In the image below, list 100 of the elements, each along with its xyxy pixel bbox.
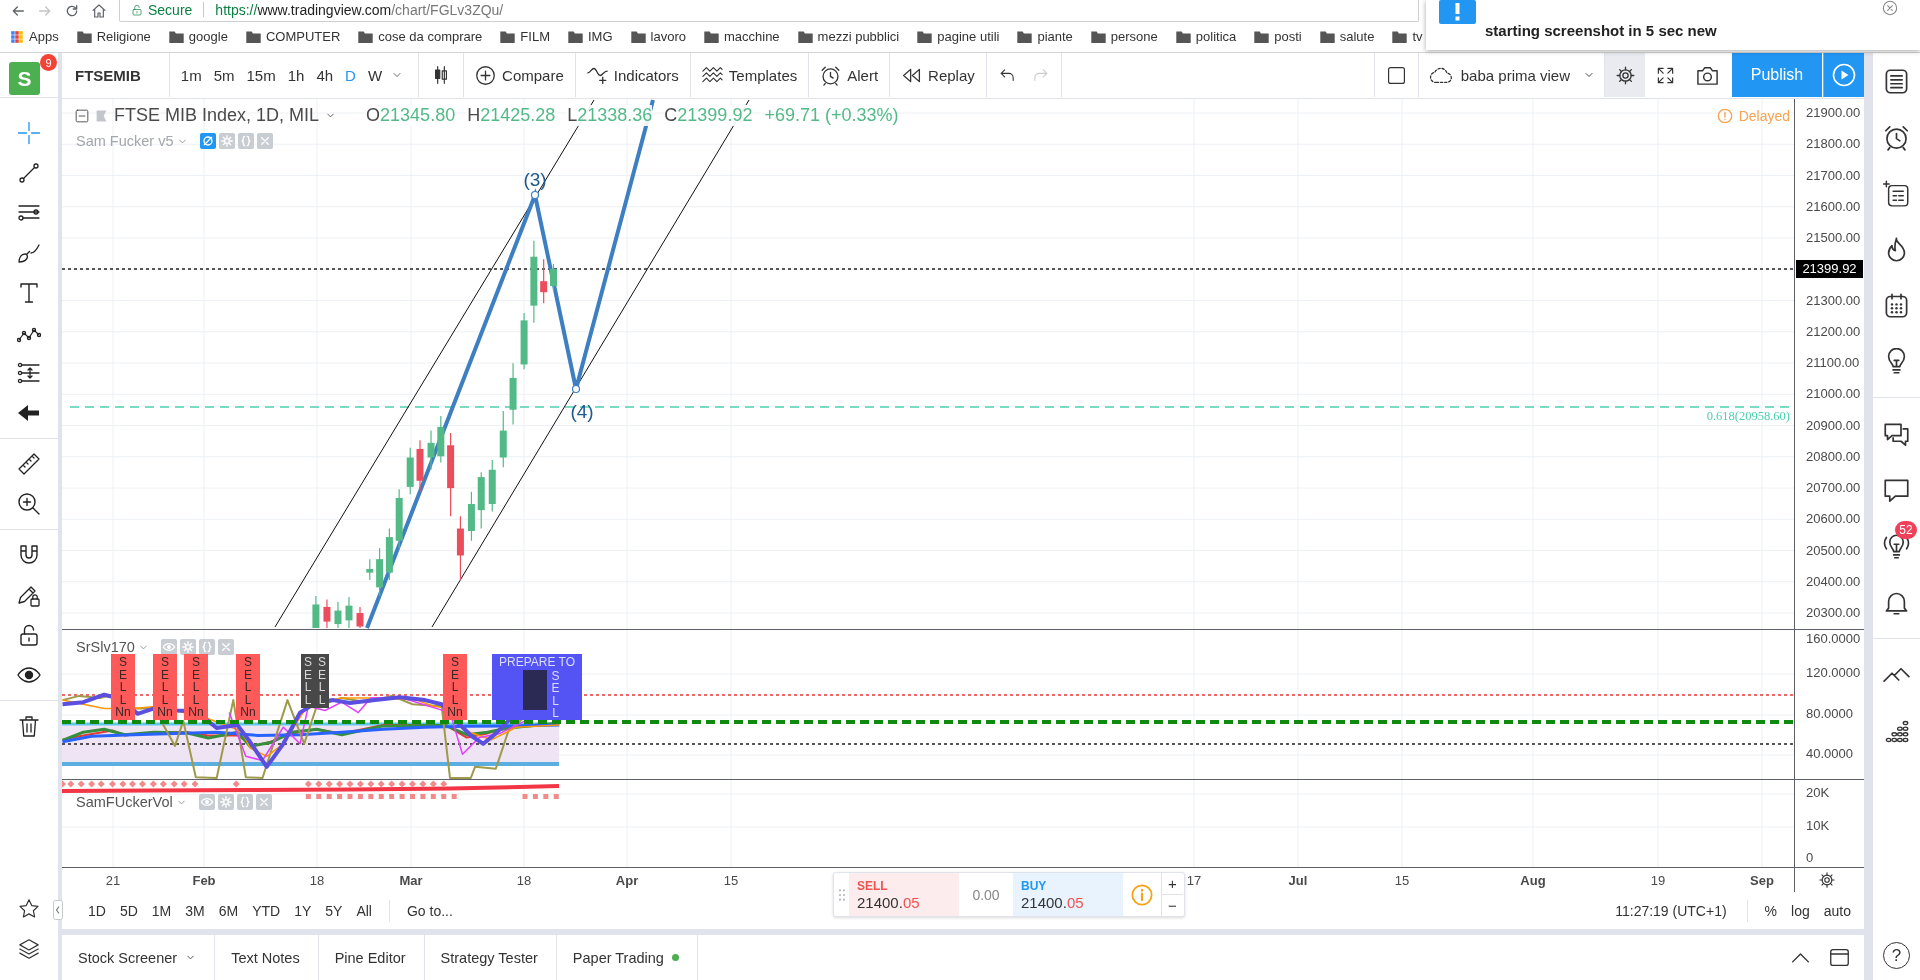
settings-button[interactable] xyxy=(1605,53,1645,97)
layout-button[interactable]: baba prima view xyxy=(1418,53,1604,97)
trend-line-icon[interactable] xyxy=(17,161,41,185)
bookmark[interactable]: Religione xyxy=(76,29,151,44)
diamond-marker xyxy=(356,780,364,788)
interval-button[interactable]: 1h xyxy=(281,53,311,97)
braces-icon[interactable] xyxy=(198,639,215,655)
panel-tab[interactable]: Strategy Tester xyxy=(424,935,557,980)
minus-button[interactable]: − xyxy=(1162,894,1183,916)
buy-button[interactable]: BUY 21400.05 xyxy=(1013,873,1123,916)
bookmark[interactable]: IMG xyxy=(567,29,613,44)
bookmark[interactable]: tv xyxy=(1392,29,1423,44)
diamond-marker xyxy=(180,780,188,788)
range-lines-icon[interactable] xyxy=(17,361,41,385)
diamond-marker xyxy=(325,780,333,788)
panel-tab[interactable]: Paper Trading xyxy=(556,935,698,980)
bookmark[interactable]: persone xyxy=(1090,29,1158,44)
range-button[interactable]: 1Y xyxy=(287,892,319,929)
replay-button[interactable]: Replay xyxy=(890,53,986,97)
interval-button[interactable]: 15m xyxy=(240,53,282,97)
go-to-button[interactable]: Go to... xyxy=(400,892,460,929)
bookmark[interactable]: pagine utili xyxy=(917,29,1000,44)
range-button[interactable]: 1D xyxy=(81,892,113,929)
interval-button[interactable]: W xyxy=(361,53,389,97)
scale-option-button[interactable]: % xyxy=(1757,892,1785,929)
wave-label: (3) xyxy=(523,169,547,191)
range-button[interactable]: YTD xyxy=(245,892,288,929)
time-axis-label: Apr xyxy=(615,873,639,888)
interval-button[interactable]: 4h xyxy=(310,53,340,97)
bookmark[interactable]: macchine xyxy=(703,29,780,44)
symbol-button[interactable]: FTSEMIB xyxy=(62,53,169,97)
drag-handle-icon[interactable] xyxy=(838,887,846,902)
ohlc-value: L21338.36 xyxy=(567,105,653,126)
calendar-icon[interactable] xyxy=(1883,291,1910,319)
range-button[interactable]: 3M xyxy=(178,892,212,929)
diamond-marker xyxy=(367,780,375,788)
signal-text: SELL xyxy=(191,656,201,706)
layers-icon[interactable] xyxy=(18,938,40,960)
indicators-button[interactable]: Indicators xyxy=(575,53,690,97)
alert-button[interactable]: Alert xyxy=(809,53,890,97)
bookmark[interactable]: salute xyxy=(1319,29,1375,44)
padlock-icon[interactable] xyxy=(17,623,41,647)
diamond-marker xyxy=(77,780,85,788)
interval-button[interactable]: 5m xyxy=(207,53,241,97)
panel-tab[interactable]: Pine Editor xyxy=(318,935,425,980)
candlestick xyxy=(499,410,507,468)
symbol-title: FTSE MIB Index, 1D, MIL xyxy=(114,105,320,126)
folder-icon xyxy=(1090,30,1106,43)
alarm-clock-icon[interactable] xyxy=(1883,123,1910,151)
lightbulb-signal-icon[interactable] xyxy=(1883,532,1910,560)
interval-button[interactable]: 1m xyxy=(174,53,208,97)
magnet-icon[interactable] xyxy=(17,543,41,567)
fullscreen-icon[interactable] xyxy=(1656,65,1675,85)
bookmark[interactable]: mezzi pubblici xyxy=(797,29,900,44)
bookmark[interactable]: google xyxy=(168,29,228,44)
bookmark[interactable]: politica xyxy=(1175,29,1237,44)
bookmark[interactable]: Apps xyxy=(10,29,59,44)
play-button[interactable] xyxy=(1823,53,1864,97)
home-icon[interactable] xyxy=(90,3,107,19)
signal-text: SELL xyxy=(243,656,253,706)
signal-text: SELL xyxy=(550,669,561,720)
plus-button[interactable]: + xyxy=(1162,873,1183,894)
bookmark[interactable]: lavoro xyxy=(630,29,686,44)
zoom-in-icon[interactable] xyxy=(17,492,41,516)
templates-button[interactable]: Templates xyxy=(690,53,809,97)
price-tick-label: 20600.00 xyxy=(1806,511,1861,528)
collapse-handle-icon[interactable] xyxy=(53,900,63,920)
square-icon[interactable] xyxy=(1386,65,1406,85)
range-button[interactable]: 5D xyxy=(112,892,145,929)
trash-icon[interactable] xyxy=(17,714,41,738)
bookmark[interactable]: posti xyxy=(1254,29,1302,44)
panel-tab[interactable]: Text Notes xyxy=(215,935,319,980)
scale-option-button[interactable]: log xyxy=(1784,892,1817,929)
range-button[interactable]: 5Y xyxy=(318,892,350,929)
scale-option-button[interactable]: auto xyxy=(1816,892,1858,929)
compare-button[interactable]: Compare xyxy=(464,53,575,97)
star-icon[interactable] xyxy=(18,898,40,920)
bookmark[interactable]: COMPUTER xyxy=(245,29,341,44)
range-button[interactable]: All xyxy=(349,892,379,929)
wave-label: (4) xyxy=(570,401,594,423)
indicator-name: SrSlv170 xyxy=(76,639,135,655)
undo-icon[interactable] xyxy=(998,66,1016,84)
panel-tab[interactable]: Stock Screener xyxy=(62,935,216,980)
sell-button[interactable]: SELL 21400.05 xyxy=(849,873,959,916)
address-field[interactable]: Secure https://www.tradingview.com/chart/FGLv3ZQu/ xyxy=(119,0,1419,22)
settings-icon[interactable] xyxy=(1818,871,1836,889)
range-button[interactable]: 6M xyxy=(211,892,246,929)
range-button[interactable]: 1M xyxy=(144,892,179,929)
list-icon[interactable] xyxy=(1883,67,1910,95)
hidden-toggle-icon[interactable] xyxy=(199,133,216,149)
bookmark[interactable]: FILM xyxy=(500,29,550,44)
collapse-icon[interactable] xyxy=(75,108,89,123)
last-price-label: 21399.92 xyxy=(1796,260,1863,279)
ruler-icon[interactable] xyxy=(17,452,41,476)
close-icon[interactable] xyxy=(1882,0,1898,16)
bookmark[interactable]: cose da comprare xyxy=(358,29,483,44)
bookmark[interactable]: piante xyxy=(1017,29,1073,44)
document-list-icon[interactable] xyxy=(1883,179,1910,207)
text-tool-icon[interactable] xyxy=(17,281,41,305)
folder-icon xyxy=(500,30,516,43)
